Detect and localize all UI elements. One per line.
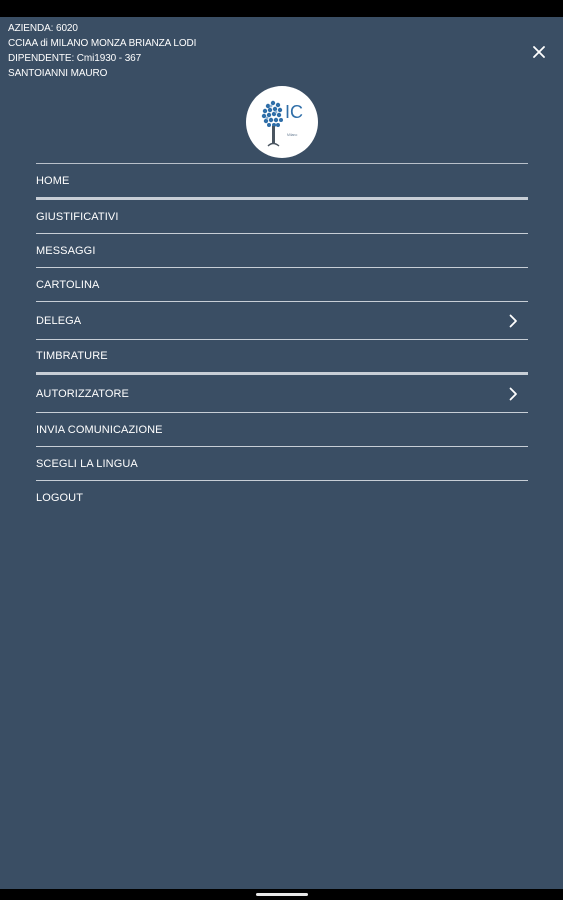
menu-item-cartolina[interactable]: CARTOLINA xyxy=(36,268,528,302)
chevron-right-icon xyxy=(509,314,517,327)
menu-item-delega[interactable]: DELEGA xyxy=(36,302,528,340)
menu-item-label: HOME xyxy=(36,174,70,187)
menu-item-label: INVIA COMUNICAZIONE xyxy=(36,423,163,436)
menu-item-home[interactable]: HOME xyxy=(36,164,528,200)
user-name-label: SANTOIANNI MAURO xyxy=(8,68,108,79)
menu-item-label: MESSAGGI xyxy=(36,244,96,257)
menu-item-logout[interactable]: LOGOUT xyxy=(36,481,528,514)
menu-item-invia-comunicazione[interactable]: INVIA COMUNICAZIONE xyxy=(36,413,528,447)
logo-letters: IC xyxy=(285,102,303,122)
menu-item-label: CARTOLINA xyxy=(36,278,100,291)
menu-item-timbrature[interactable]: TIMBRATURE xyxy=(36,340,528,375)
ente-label: CCIAA di MILANO MONZA BRIANZA LODI xyxy=(8,38,197,49)
user-info-header: AZIENDA: 6020 CCIAA di MILANO MONZA BRIA… xyxy=(8,21,196,81)
chevron-right-icon xyxy=(509,387,517,400)
menu-item-autorizzatore[interactable]: AUTORIZZATORE xyxy=(36,375,528,413)
navigation-drawer-screen: AZIENDA: 6020 CCIAA di MILANO MONZA BRIA… xyxy=(0,0,563,900)
menu-item-label: SCEGLI LA LINGUA xyxy=(36,457,138,470)
logo-caption: Milano xyxy=(287,133,297,137)
system-navigation-bar xyxy=(0,889,563,900)
menu-item-label: TIMBRATURE xyxy=(36,350,108,362)
menu-item-label: LOGOUT xyxy=(36,491,84,504)
menu-item-scegli-lingua[interactable]: SCEGLI LA LINGUA xyxy=(36,447,528,481)
close-button[interactable] xyxy=(527,40,551,64)
dipendente-label: DIPENDENTE: Cmi1930 - 367 xyxy=(8,53,142,64)
azienda-label: AZIENDA: 6020 xyxy=(8,23,78,34)
home-gesture-handle[interactable] xyxy=(256,893,308,896)
menu-item-label: DELEGA xyxy=(36,314,82,327)
drawer-menu: HOME GIUSTIFICATIVI MESSAGGI CARTOLINA D… xyxy=(36,163,528,514)
company-logo: IC Milano xyxy=(246,86,318,158)
close-icon xyxy=(533,46,545,58)
status-bar xyxy=(0,0,563,17)
menu-item-messaggi[interactable]: MESSAGGI xyxy=(36,234,528,268)
menu-item-label: AUTORIZZATORE xyxy=(36,387,129,400)
menu-item-giustificativi[interactable]: GIUSTIFICATIVI xyxy=(36,200,528,234)
tree-logo-icon: IC Milano xyxy=(261,100,303,147)
menu-item-label: GIUSTIFICATIVI xyxy=(36,210,119,223)
